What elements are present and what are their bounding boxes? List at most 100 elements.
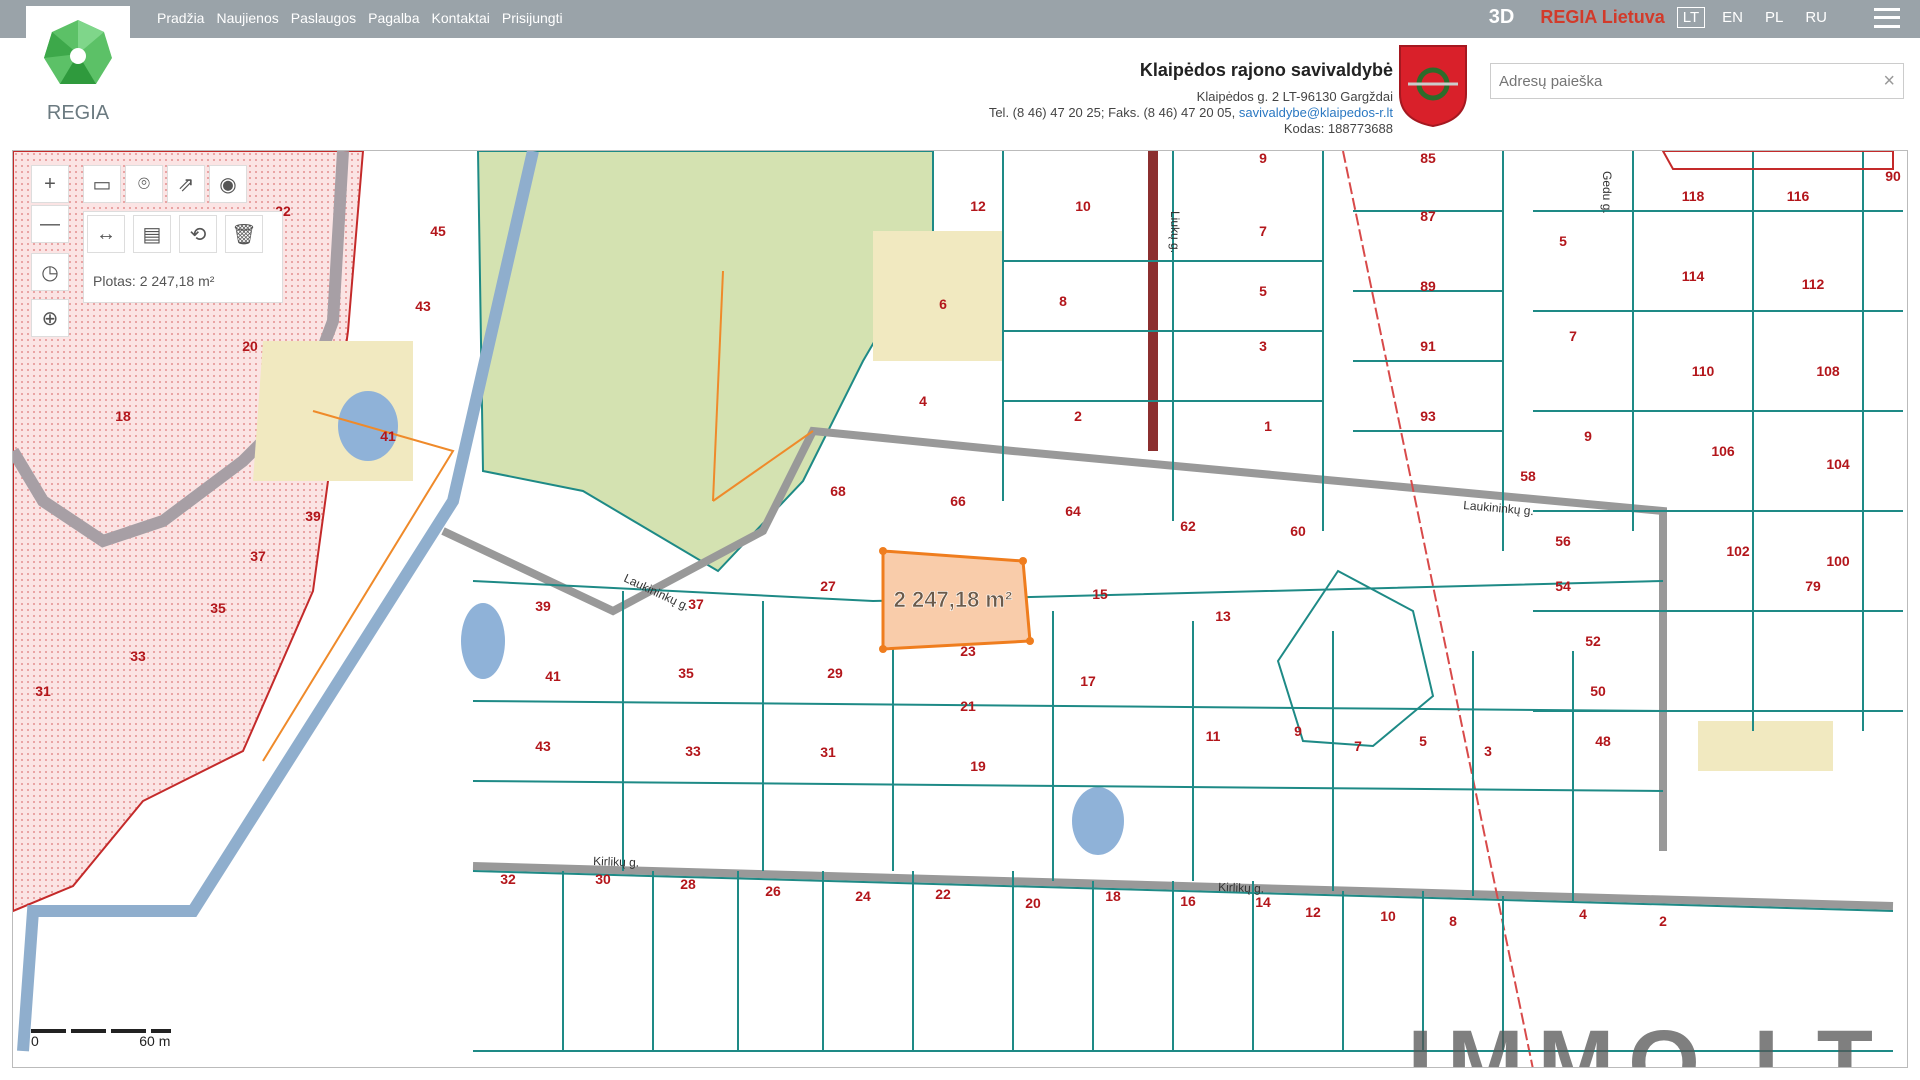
lot-number-label: 20 xyxy=(1025,895,1041,911)
lot-number-label: 110 xyxy=(1692,363,1715,379)
lot-number-label: 3 xyxy=(1259,338,1267,354)
lot-number-label: 7 xyxy=(1354,738,1362,754)
top-bar: Pradžia Naujienos Paslaugos Pagalba Kont… xyxy=(0,0,1920,38)
nav-news[interactable]: Naujienos xyxy=(216,10,278,26)
lot-number-label: 7 xyxy=(1259,223,1267,239)
lot-number-label: 106 xyxy=(1711,443,1735,459)
lot-number-label: 24 xyxy=(855,888,871,904)
nav-contacts[interactable]: Kontaktai xyxy=(432,10,490,26)
map-view[interactable]: 2 247,18 m² Laukininkų g. Laukininkų g. Ki… xyxy=(12,150,1908,1068)
lot-number-label: 29 xyxy=(827,665,843,681)
clear-search-icon[interactable]: × xyxy=(1883,70,1895,93)
lot-number-label: 35 xyxy=(210,600,226,616)
lot-number-label: 33 xyxy=(130,648,146,664)
lot-number-label: 37 xyxy=(688,596,704,612)
lot-number-label: 58 xyxy=(1520,468,1536,484)
municipality-contacts: Tel. (8 46) 47 20 25; Faks. (8 46) 47 20… xyxy=(989,105,1393,121)
lang-lt[interactable]: LT xyxy=(1676,7,1706,28)
selected-lot[interactable]: 2 247,18 m² xyxy=(879,547,1034,653)
lot-number-label: 31 xyxy=(35,683,51,699)
address-search: × xyxy=(1490,63,1904,99)
lot-number-label: 10 xyxy=(1075,198,1091,214)
lot-number-label: 93 xyxy=(1420,408,1436,424)
lot-number-label: 102 xyxy=(1726,543,1750,559)
scale-bar: 0 60 m xyxy=(31,1029,171,1051)
area-readout: Plotas: 2 247,18 m² xyxy=(93,273,215,289)
nav-help[interactable]: Pagalba xyxy=(368,10,419,26)
measure-distance-icon[interactable]: ↔ xyxy=(87,215,125,253)
scale-label: 60 m xyxy=(139,1033,171,1049)
target-icon[interactable]: ◉ xyxy=(209,165,247,203)
zoom-out-button[interactable]: — xyxy=(31,205,69,243)
lot-number-label: 62 xyxy=(1180,518,1196,534)
lot-number-label: 100 xyxy=(1826,553,1850,569)
nav-services[interactable]: Paslaugos xyxy=(291,10,356,26)
lot-number-label: 112 xyxy=(1802,276,1825,292)
nav-home[interactable]: Pradžia xyxy=(157,10,204,26)
measure-area-icon[interactable]: ▤ xyxy=(133,215,171,253)
lot-number-label: 90 xyxy=(1885,168,1901,184)
lot-number-label: 45 xyxy=(430,223,446,239)
lot-number-label: 3 xyxy=(1484,743,1492,759)
nav-login[interactable]: Prisijungti xyxy=(502,10,563,26)
lot-number-label: 43 xyxy=(535,738,551,754)
lot-number-label: 18 xyxy=(1105,888,1121,904)
lot-number-label: 39 xyxy=(305,508,321,524)
lot-number-label: 87 xyxy=(1420,208,1436,224)
lot-number-label: 9 xyxy=(1259,151,1267,166)
lot-number-label: 4 xyxy=(1579,906,1587,922)
history-icon[interactable]: ◷ xyxy=(31,253,69,291)
municipality-email[interactable]: savivaldybe@klaipedos-r.lt xyxy=(1239,105,1393,120)
lot-number-label: 114 xyxy=(1682,268,1705,284)
zoom-in-button[interactable]: + xyxy=(31,165,69,203)
lot-number-label: 11 xyxy=(1206,728,1221,744)
delete-icon[interactable]: 🗑 xyxy=(225,215,263,253)
lot-number-label: 2 xyxy=(1659,913,1667,929)
address-search-input[interactable] xyxy=(1491,64,1851,98)
lot-number-label: 16 xyxy=(1180,893,1196,909)
lang-pl[interactable]: PL xyxy=(1760,8,1788,27)
municipality-info: Klaipėdos rajono savivaldybė Klaipėdos g… xyxy=(989,60,1393,137)
lot-number-label: 12 xyxy=(970,198,986,214)
lot-number-label: 6 xyxy=(939,296,947,312)
lot-number-label: 27 xyxy=(820,578,836,594)
lang-ru[interactable]: RU xyxy=(1800,8,1832,27)
lot-number-label: 60 xyxy=(1290,523,1306,539)
regia-logo-icon xyxy=(44,20,112,84)
lot-number-label: 17 xyxy=(1080,673,1096,689)
marker-icon[interactable]: ⌾ xyxy=(125,165,163,203)
lot-number-label: 18 xyxy=(115,408,131,424)
municipality-code: Kodas: 188773688 xyxy=(1283,121,1393,136)
top-right-controls: 3D REGIA Lietuva LT EN PL RU xyxy=(1489,6,1900,29)
locate-icon[interactable]: ⊕ xyxy=(31,299,69,337)
lot-number-label: 5 xyxy=(1419,733,1427,749)
lot-number-label: 64 xyxy=(1065,503,1081,519)
lang-en[interactable]: EN xyxy=(1717,8,1748,27)
municipality-phone: Tel. (8 46) 47 20 25; Faks. (8 46) 47 20… xyxy=(988,105,1236,120)
regia-logo[interactable]: REGIA xyxy=(26,6,130,130)
street-name-label: Kirlikų g. xyxy=(593,854,639,870)
select-area-icon[interactable]: ⟲ xyxy=(179,215,217,253)
scale-start: 0 xyxy=(31,1033,39,1049)
menu-icon[interactable] xyxy=(1874,7,1900,28)
lot-number-label: 85 xyxy=(1420,151,1436,166)
lot-number-label: 12 xyxy=(1305,904,1321,920)
share-icon[interactable]: ⇗ xyxy=(167,165,205,203)
lot-number-label: 56 xyxy=(1555,533,1571,549)
immo-watermark: IMMO.LT xyxy=(1407,1012,1887,1068)
lot-number-label: 9 xyxy=(1294,723,1302,739)
lot-number-label: 91 xyxy=(1420,338,1436,354)
lot-number-label: 118 xyxy=(1682,188,1705,204)
measure-length-icon[interactable]: ▭ xyxy=(83,165,121,203)
lot-number-label: 79 xyxy=(1805,578,1821,594)
lot-number-label: 22 xyxy=(935,886,951,902)
lot-number-label: 52 xyxy=(1585,633,1601,649)
regia-lietuva-link[interactable]: REGIA Lietuva xyxy=(1540,7,1664,28)
lot-number-label: 26 xyxy=(765,883,781,899)
lot-number-label: 1 xyxy=(1264,418,1272,434)
cadastral-map[interactable]: 2 247,18 m² Laukininkų g.Laukininkų g.Ki… xyxy=(13,151,1908,1068)
lot-number-label: 108 xyxy=(1816,363,1840,379)
lot-number-label: 28 xyxy=(680,876,696,892)
3d-button[interactable]: 3D xyxy=(1489,6,1515,29)
lot-number-label: 13 xyxy=(1215,608,1231,624)
